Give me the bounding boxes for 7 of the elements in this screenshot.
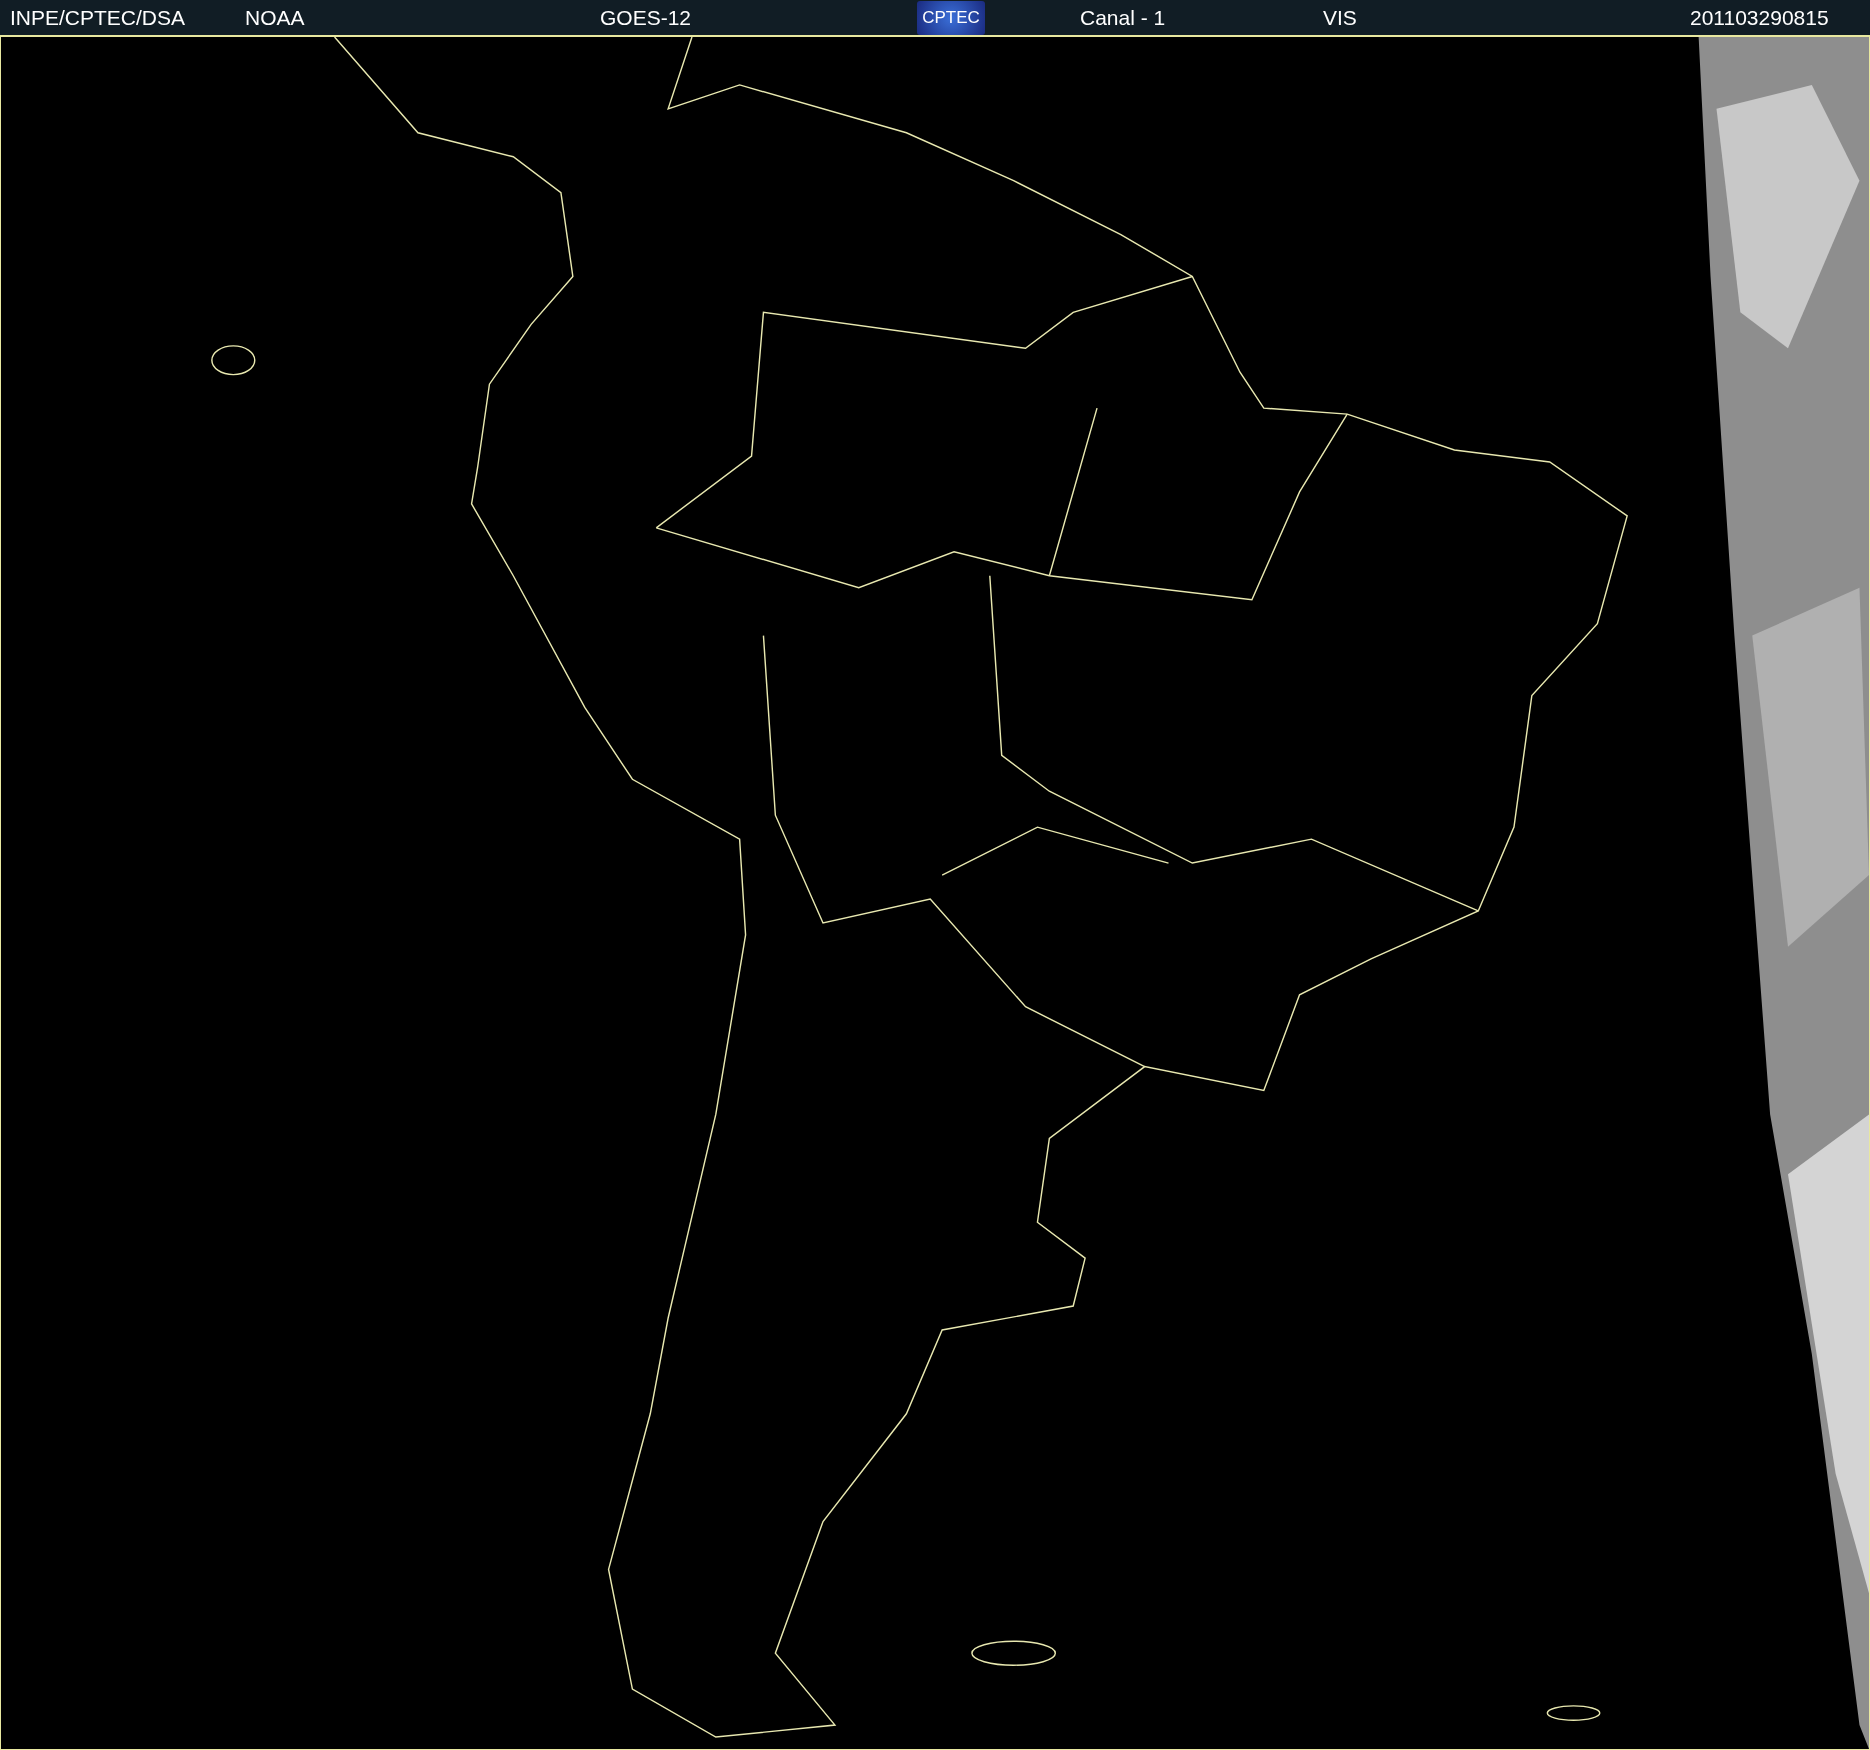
band-label: VIS [1323,4,1358,31]
source-label: INPE/CPTEC/DSA [10,4,187,31]
timestamp-label: 201103290815 [1690,4,1829,31]
satellite-label: GOES-12 [600,4,693,31]
agency-label: NOAA [245,4,306,31]
logo: CPTEC [917,0,985,35]
channel-label: Canal - 1 [1080,4,1167,31]
